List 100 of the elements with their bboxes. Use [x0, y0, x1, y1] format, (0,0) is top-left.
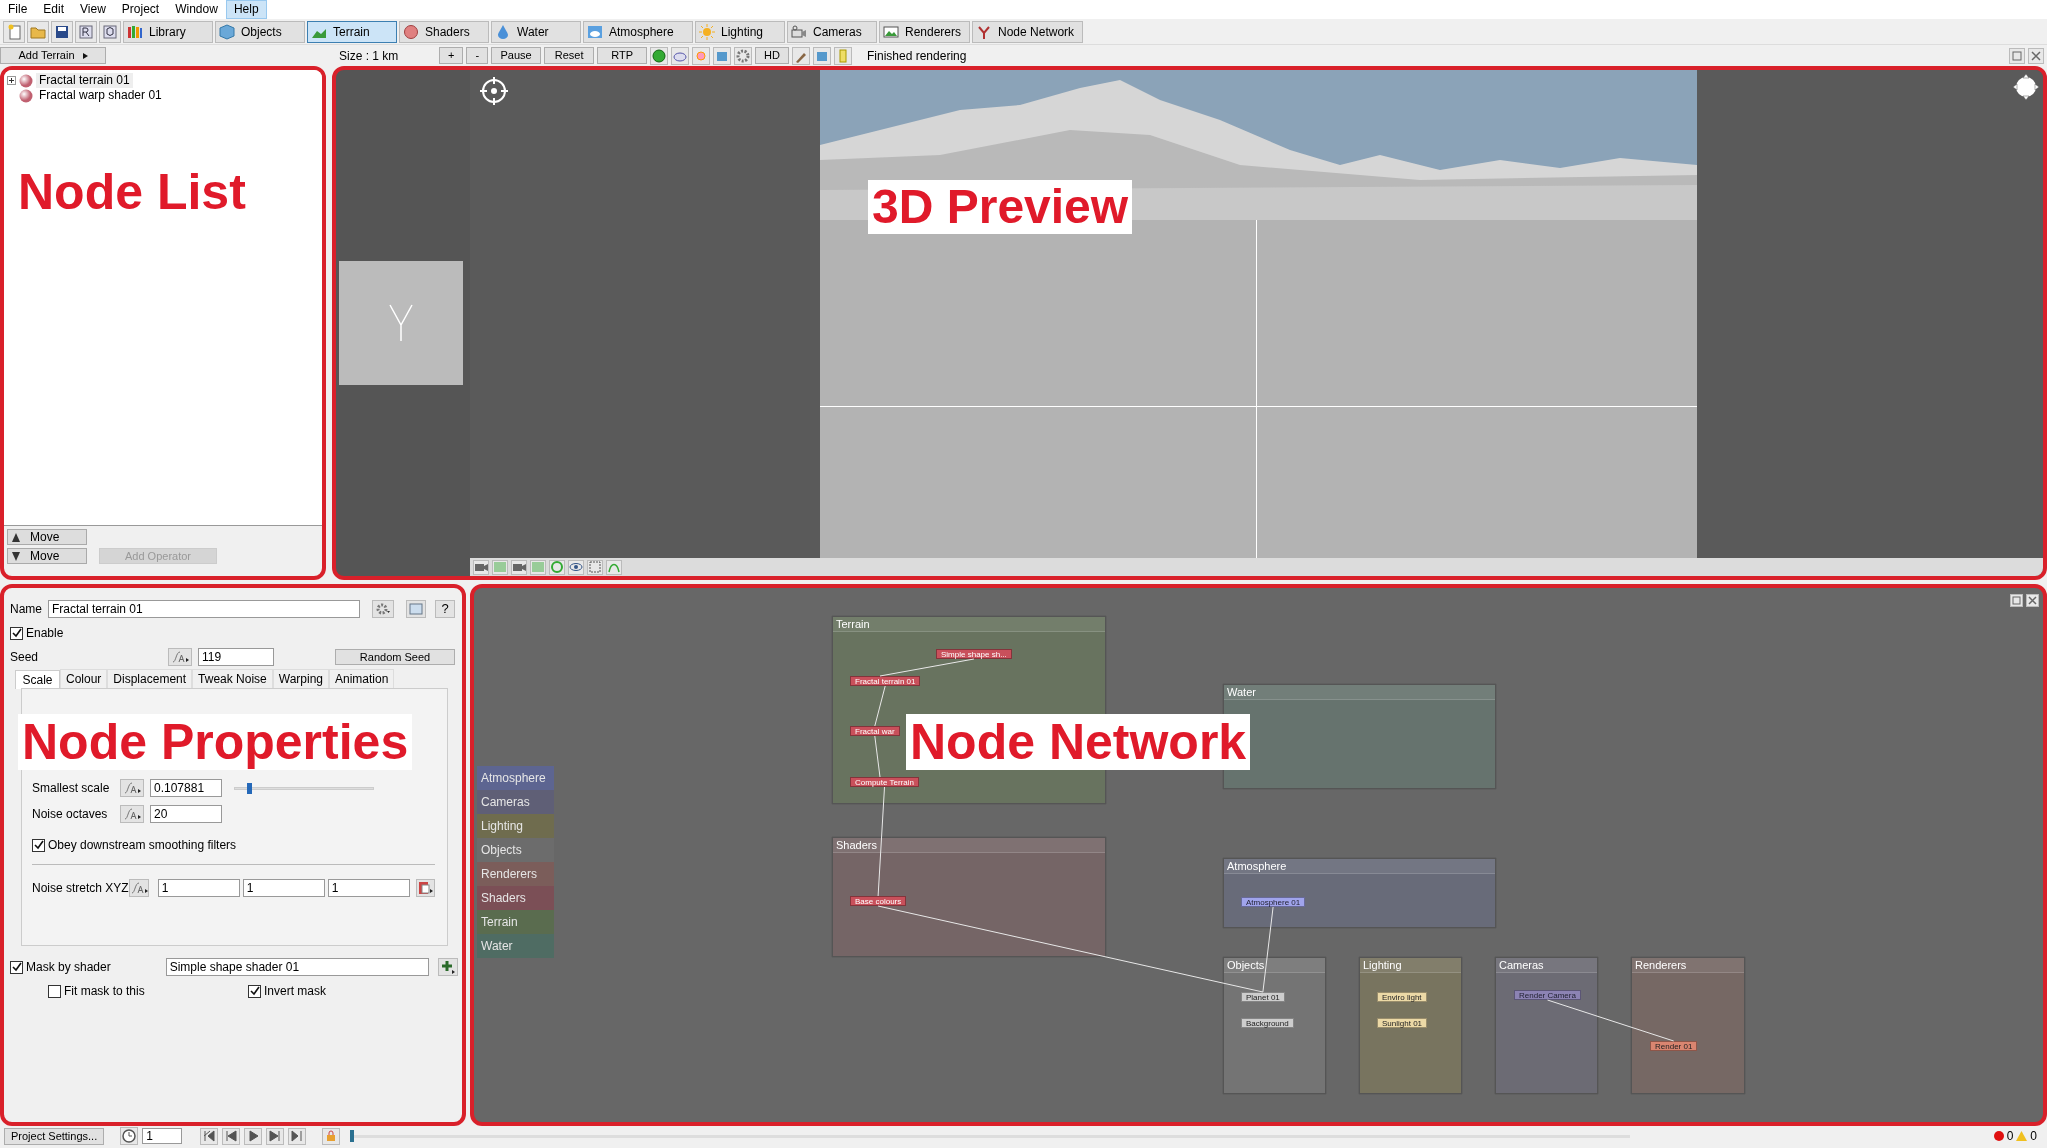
paste-button[interactable] [415, 879, 435, 897]
render-option-button[interactable] [792, 46, 810, 65]
playback-button[interactable] [244, 1127, 263, 1145]
network-node[interactable]: Fractal war [850, 726, 900, 736]
project-settings-button[interactable]: Project Settings... [4, 1127, 105, 1145]
palette-item[interactable]: Cameras [477, 790, 554, 814]
toolbar-tab[interactable]: Cameras [787, 21, 877, 43]
menu-item[interactable]: Project [113, 0, 168, 19]
network-node[interactable]: Planet 01 [1241, 992, 1285, 1002]
tab[interactable]: Displacement [107, 669, 193, 688]
menu-item[interactable]: Edit [35, 0, 73, 19]
function-button[interactable] [120, 779, 144, 797]
network-node[interactable]: Compute Terrain [850, 777, 919, 787]
viewport-tool-button[interactable] [549, 559, 565, 575]
network-node[interactable]: Background [1241, 1018, 1294, 1028]
network-node[interactable]: Atmosphere 01 [1241, 897, 1306, 907]
restore-button[interactable] [2010, 594, 2023, 607]
value-field[interactable]: 1 [242, 879, 325, 897]
timeline-thumb[interactable] [350, 1129, 355, 1142]
viewport-tool-button[interactable] [606, 559, 622, 575]
palette-item[interactable]: Shaders [477, 886, 554, 910]
value-field[interactable]: 1 [327, 879, 410, 897]
toolbar-tab[interactable]: Node Network [972, 21, 1084, 43]
toolbar-tab[interactable]: Terrain [307, 21, 397, 43]
shader-field[interactable]: Simple shape shader 01 [165, 958, 430, 976]
tab[interactable]: Warping [272, 669, 329, 688]
add-terrain-button[interactable]: Add Terrain [0, 47, 106, 64]
palette-item[interactable]: Lighting [477, 814, 554, 838]
render-option-button[interactable] [650, 46, 669, 65]
hd-button[interactable]: HD [755, 47, 789, 64]
seed-field[interactable]: 119 [198, 648, 275, 666]
function-button[interactable] [128, 879, 149, 897]
toolbar-tab[interactable]: Shaders [399, 21, 489, 43]
close-button[interactable] [2026, 594, 2039, 607]
viewport-tool-button[interactable] [511, 559, 527, 575]
tab[interactable]: Tweak Noise [192, 669, 273, 688]
viewport-tool-button[interactable] [568, 559, 584, 575]
tree-item[interactable]: Fractal warp shader 01 [36, 88, 165, 103]
render-option-button[interactable] [734, 46, 753, 65]
settings-button[interactable] [372, 600, 394, 618]
tab[interactable]: Colour [60, 669, 108, 688]
move-down-button[interactable]: Move [7, 548, 87, 564]
toolbar-tab[interactable]: Water [491, 21, 581, 43]
checkbox[interactable] [248, 984, 261, 998]
network-node[interactable]: Base colours [850, 896, 907, 906]
playback-button[interactable] [222, 1127, 241, 1145]
random-seed-button[interactable]: Random Seed [335, 649, 455, 665]
value-field[interactable]: 20 [150, 805, 222, 823]
close-button[interactable] [2028, 47, 2044, 64]
toolbar-button[interactable] [51, 21, 73, 43]
checkbox[interactable] [10, 626, 23, 640]
network-node[interactable]: Render 01 [1650, 1041, 1698, 1051]
playback-button[interactable] [288, 1127, 307, 1145]
add-shader-button[interactable] [438, 958, 458, 976]
render-bar-button[interactable]: RTP [597, 47, 648, 64]
network-node[interactable]: Render Camera [1514, 990, 1581, 1000]
tab[interactable]: Animation [329, 669, 395, 688]
network-node[interactable]: Simple shape sh... [936, 649, 1012, 659]
render-option-button[interactable] [713, 46, 732, 65]
network-node[interactable]: Fractal terrain 01 [850, 676, 921, 686]
menu-item[interactable]: View [72, 0, 114, 19]
palette-item[interactable]: Water [477, 934, 554, 958]
menu-item[interactable]: File [0, 0, 36, 19]
menu-item[interactable]: Help [225, 0, 267, 19]
tab[interactable]: Scale [15, 670, 60, 689]
render-option-button[interactable] [813, 46, 831, 65]
move-view-icon[interactable] [2013, 74, 2039, 100]
value-field[interactable]: 0.107881 [150, 779, 222, 797]
checkbox[interactable] [10, 960, 23, 974]
move-up-button[interactable]: Move [7, 529, 87, 545]
palette-item[interactable]: Terrain [477, 910, 554, 934]
function-button[interactable] [120, 805, 144, 823]
viewport-tool-button[interactable] [473, 559, 489, 575]
network-node[interactable]: Sunlight 01 [1377, 1018, 1428, 1028]
toolbar-button[interactable] [99, 21, 121, 43]
help-button[interactable]: ? [435, 600, 455, 618]
palette-item[interactable]: Objects [477, 838, 554, 862]
tree-item[interactable]: Fractal terrain 01 [36, 73, 133, 88]
render-bar-button[interactable]: Pause [491, 47, 542, 64]
toolbar-tab[interactable]: Library [123, 21, 213, 43]
toolbar-tab[interactable]: Renderers [879, 21, 971, 43]
toolbar-button[interactable] [75, 21, 97, 43]
slider-thumb[interactable] [246, 782, 252, 794]
navigation-compass-icon[interactable] [479, 76, 509, 106]
network-node[interactable]: Enviro light [1377, 992, 1427, 1002]
checkbox[interactable] [48, 984, 61, 998]
render-bar-button[interactable]: Reset [544, 47, 595, 64]
render-bar-button[interactable]: + [439, 47, 464, 64]
frame-field[interactable]: 1 [142, 1128, 183, 1144]
time-button[interactable] [120, 1127, 139, 1145]
playback-button[interactable] [200, 1127, 219, 1145]
value-field[interactable]: 1 [157, 879, 240, 897]
toolbar-tab[interactable]: Atmosphere [583, 21, 693, 43]
toolbar-tab[interactable]: Lighting [695, 21, 785, 43]
render-bar-button[interactable]: - [466, 47, 489, 64]
palette-item[interactable]: Renderers [477, 862, 554, 886]
checkbox[interactable] [32, 838, 45, 852]
palette-item[interactable]: Atmosphere [477, 766, 554, 790]
render-option-button[interactable] [671, 46, 690, 65]
name-field[interactable]: Fractal terrain 01 [48, 600, 360, 618]
